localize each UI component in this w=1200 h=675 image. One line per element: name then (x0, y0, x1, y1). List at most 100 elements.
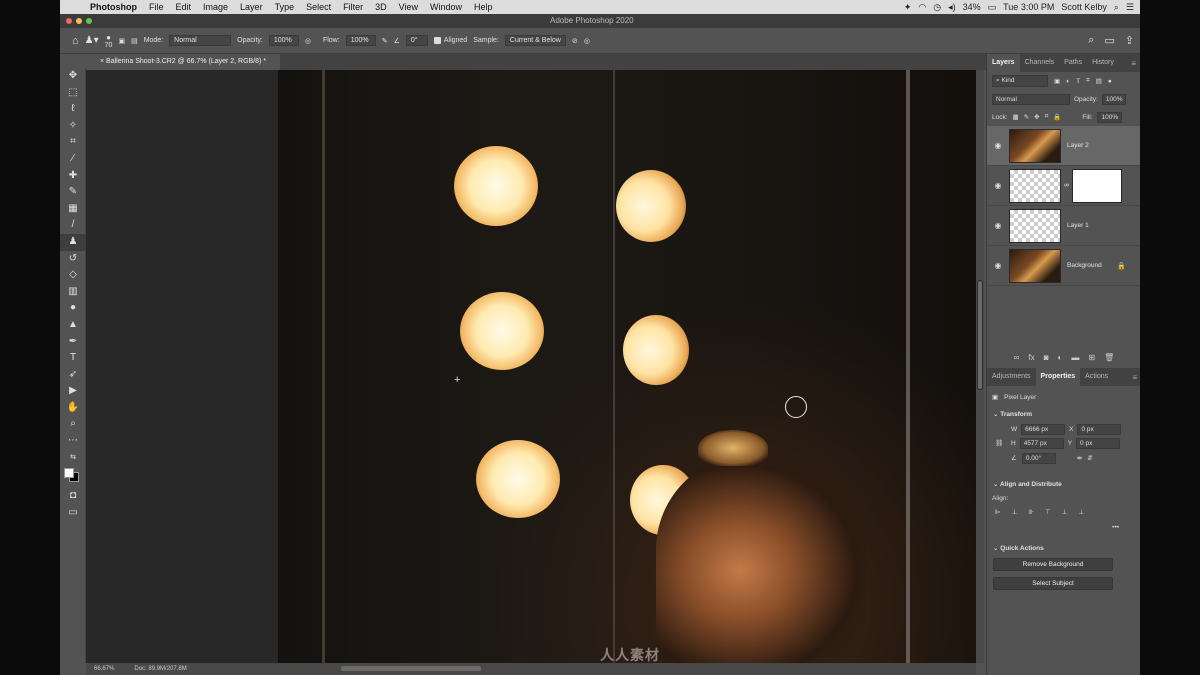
new-layer-icon[interactable]: ⊞ (1088, 353, 1095, 362)
zoom-tool-icon[interactable]: ⌕ (60, 416, 86, 433)
ignore-adjustment-icon[interactable]: ⊘ (572, 37, 578, 45)
layer-row-background[interactable]: ◉ Background 🔒 (987, 246, 1140, 286)
lock-paint-icon[interactable]: ✎ (1024, 113, 1029, 121)
select-subject-button[interactable]: Select Subject (993, 577, 1113, 590)
filter-adjustment-icon[interactable]: ◐ (1066, 78, 1070, 85)
foreground-color-swatch[interactable] (64, 468, 74, 479)
tab-properties[interactable]: Properties (1035, 368, 1081, 386)
layer-name[interactable]: Layer 2 (1067, 142, 1089, 149)
pressure-opacity-icon[interactable]: ◎ (305, 37, 311, 45)
path-selection-tool-icon[interactable]: ➶ (60, 367, 86, 384)
mode-select[interactable]: Normal (169, 35, 232, 46)
layer-row-adjustment[interactable]: ◉ ∞ (987, 166, 1140, 206)
align-left-icon[interactable]: ⊫ (995, 508, 1001, 516)
align-center-h-icon[interactable]: ⊥ (1012, 508, 1018, 516)
panel-menu-icon[interactable]: ≡ (1131, 59, 1136, 68)
doc-size[interactable]: Doc: 89.9M/207.8M (134, 666, 186, 672)
visibility-eye-icon[interactable]: ◉ (987, 181, 1009, 190)
filter-shape-icon[interactable]: ⌗ (1086, 77, 1090, 85)
brush-tool-icon[interactable]: ✎ (60, 184, 86, 201)
new-adjustment-icon[interactable]: ◐ (1058, 353, 1063, 362)
link-layers-icon[interactable]: ∞ (1014, 353, 1020, 362)
zoom-level[interactable]: 66.67% (94, 666, 114, 672)
width-input[interactable]: 6666 px (1021, 423, 1066, 435)
close-tab-icon[interactable]: × (100, 58, 104, 65)
menu-select[interactable]: Select (300, 2, 337, 12)
x-input[interactable]: 0 px (1077, 423, 1122, 435)
magic-wand-tool-icon[interactable]: ✧ (60, 118, 86, 135)
close-window-icon[interactable] (66, 18, 72, 24)
search-icon[interactable]: ⌕ (1114, 2, 1119, 13)
document-image[interactable] (278, 70, 976, 663)
time-machine-icon[interactable]: ◷ (933, 2, 941, 13)
more-tools-icon[interactable]: ⋯ (60, 433, 86, 450)
battery-icon[interactable]: ▭ (988, 2, 997, 13)
align-center-v-icon[interactable]: ⊥ (1062, 508, 1068, 516)
remove-background-button[interactable]: Remove Background (993, 558, 1113, 571)
lock-artboard-icon[interactable]: ⌗ (1045, 113, 1049, 121)
lock-transparency-icon[interactable]: ▦ (1013, 113, 1019, 121)
move-tool-icon[interactable]: ✥ (60, 68, 86, 85)
menu-help[interactable]: Help (468, 2, 499, 12)
minimize-window-icon[interactable] (76, 18, 82, 24)
quick-mask-icon[interactable]: ◘ (60, 488, 86, 505)
tab-paths[interactable]: Paths (1059, 54, 1087, 72)
align-top-icon[interactable]: ⊤ (1045, 508, 1051, 516)
scrollbar-thumb[interactable] (977, 280, 983, 390)
tab-adjustments[interactable]: Adjustments (987, 368, 1036, 386)
tab-layers[interactable]: Layers (987, 54, 1020, 72)
menu-image[interactable]: Image (197, 2, 234, 12)
eyedropper-tool-icon[interactable]: ⁄ (60, 151, 86, 168)
align-right-icon[interactable]: ⊪ (1028, 508, 1034, 516)
menu-list-icon[interactable]: ☰ (1126, 2, 1134, 13)
menu-type[interactable]: Type (269, 2, 301, 12)
height-input[interactable]: 4577 px (1019, 437, 1064, 449)
airbrush-icon[interactable]: ✎ (382, 37, 388, 45)
workspace-icon[interactable]: ▭ (1104, 34, 1114, 47)
battery-percent[interactable]: 34% (963, 2, 981, 12)
align-bottom-icon[interactable]: ⊥ (1078, 508, 1084, 516)
angle-input[interactable]: 0.00° (1021, 452, 1056, 464)
layer-thumbnail[interactable] (1009, 168, 1061, 203)
layer-mask-thumbnail[interactable] (1072, 168, 1122, 203)
filter-smart-object-icon[interactable]: ▤ (1096, 77, 1102, 85)
layer-row-layer-2[interactable]: ◉ Layer 2 (987, 126, 1140, 166)
lock-position-icon[interactable]: ✥ (1034, 113, 1039, 121)
visibility-eye-icon[interactable]: ◉ (987, 221, 1009, 230)
document-tab[interactable]: × Ballerina Shoot-3.CR2 @ 66.7% (Layer 2… (86, 54, 281, 70)
align-section-header[interactable]: ⌄ Align and Distribute (987, 476, 1140, 492)
history-brush-tool-icon[interactable]: ↺ (60, 251, 86, 268)
paintbrush-tool-icon[interactable]: / (60, 217, 86, 234)
brush-size-picker[interactable]: ● 70 (105, 33, 113, 49)
dropbox-icon[interactable]: ✦ (904, 2, 912, 13)
clone-source-icon[interactable]: ▤ (131, 37, 138, 45)
panel-menu-icon[interactable]: ≡ (1132, 373, 1137, 382)
crop-tool-icon[interactable]: ⌗ (60, 134, 86, 151)
type-tool-icon[interactable]: T (60, 350, 86, 367)
blend-mode-select[interactable]: Normal (992, 93, 1070, 105)
transform-section-header[interactable]: ⌄ Transform (987, 406, 1140, 422)
flow-input[interactable]: 100% (345, 35, 376, 46)
layer-thumbnail[interactable] (1009, 208, 1061, 243)
layer-style-icon[interactable]: fx (1028, 353, 1034, 362)
blur-tool-icon[interactable]: ● (60, 300, 86, 317)
tab-channels[interactable]: Channels (1020, 54, 1060, 72)
zoom-window-icon[interactable] (86, 18, 92, 24)
color-swatches[interactable] (60, 466, 86, 488)
menu-edit[interactable]: Edit (170, 2, 198, 12)
delete-layer-icon[interactable]: 🗑 (1104, 353, 1114, 362)
screen-mode-icon[interactable]: ▭ (60, 505, 86, 522)
visibility-eye-icon[interactable]: ◉ (987, 261, 1009, 270)
swap-colors-icon[interactable]: ⇆ (60, 450, 86, 467)
hand-tool-icon[interactable]: ✋ (60, 400, 86, 417)
tab-actions[interactable]: Actions (1080, 368, 1113, 386)
patch-tool-icon[interactable]: ▦ (60, 201, 86, 218)
lasso-tool-icon[interactable]: ℓ (60, 101, 86, 118)
menu-layer[interactable]: Layer (234, 2, 269, 12)
mask-link-icon[interactable]: ∞ (1064, 182, 1069, 189)
add-mask-icon[interactable]: ◙ (1044, 353, 1049, 362)
clone-stamp-tool-icon[interactable]: ♟ (60, 233, 86, 251)
shape-tool-icon[interactable]: ▶ (60, 383, 86, 400)
menu-3d[interactable]: 3D (369, 2, 393, 12)
aligned-checkbox[interactable]: Aligned (433, 37, 467, 44)
